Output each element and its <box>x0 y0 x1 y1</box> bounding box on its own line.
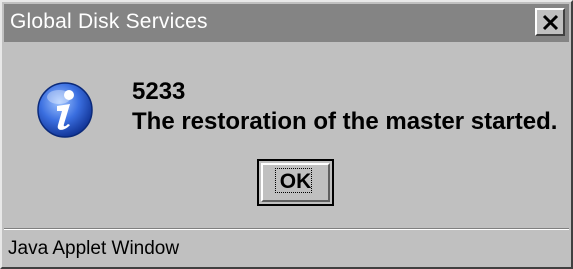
message-code: 5233 <box>132 78 186 105</box>
ok-button-label: OK <box>279 170 312 193</box>
status-separator <box>4 228 569 230</box>
title-bar[interactable]: Global Disk Services <box>4 4 569 42</box>
message-text: The restoration of the master started. <box>132 108 558 135</box>
dialog-window: Global Disk Services 5233 The restoratio… <box>0 0 573 269</box>
window-title: Global Disk Services <box>10 10 208 33</box>
close-button[interactable] <box>535 8 565 36</box>
close-icon <box>542 14 559 31</box>
status-bar-text: Java Applet Window <box>8 238 180 259</box>
information-icon <box>37 82 93 138</box>
ok-button[interactable]: OK <box>257 159 334 206</box>
